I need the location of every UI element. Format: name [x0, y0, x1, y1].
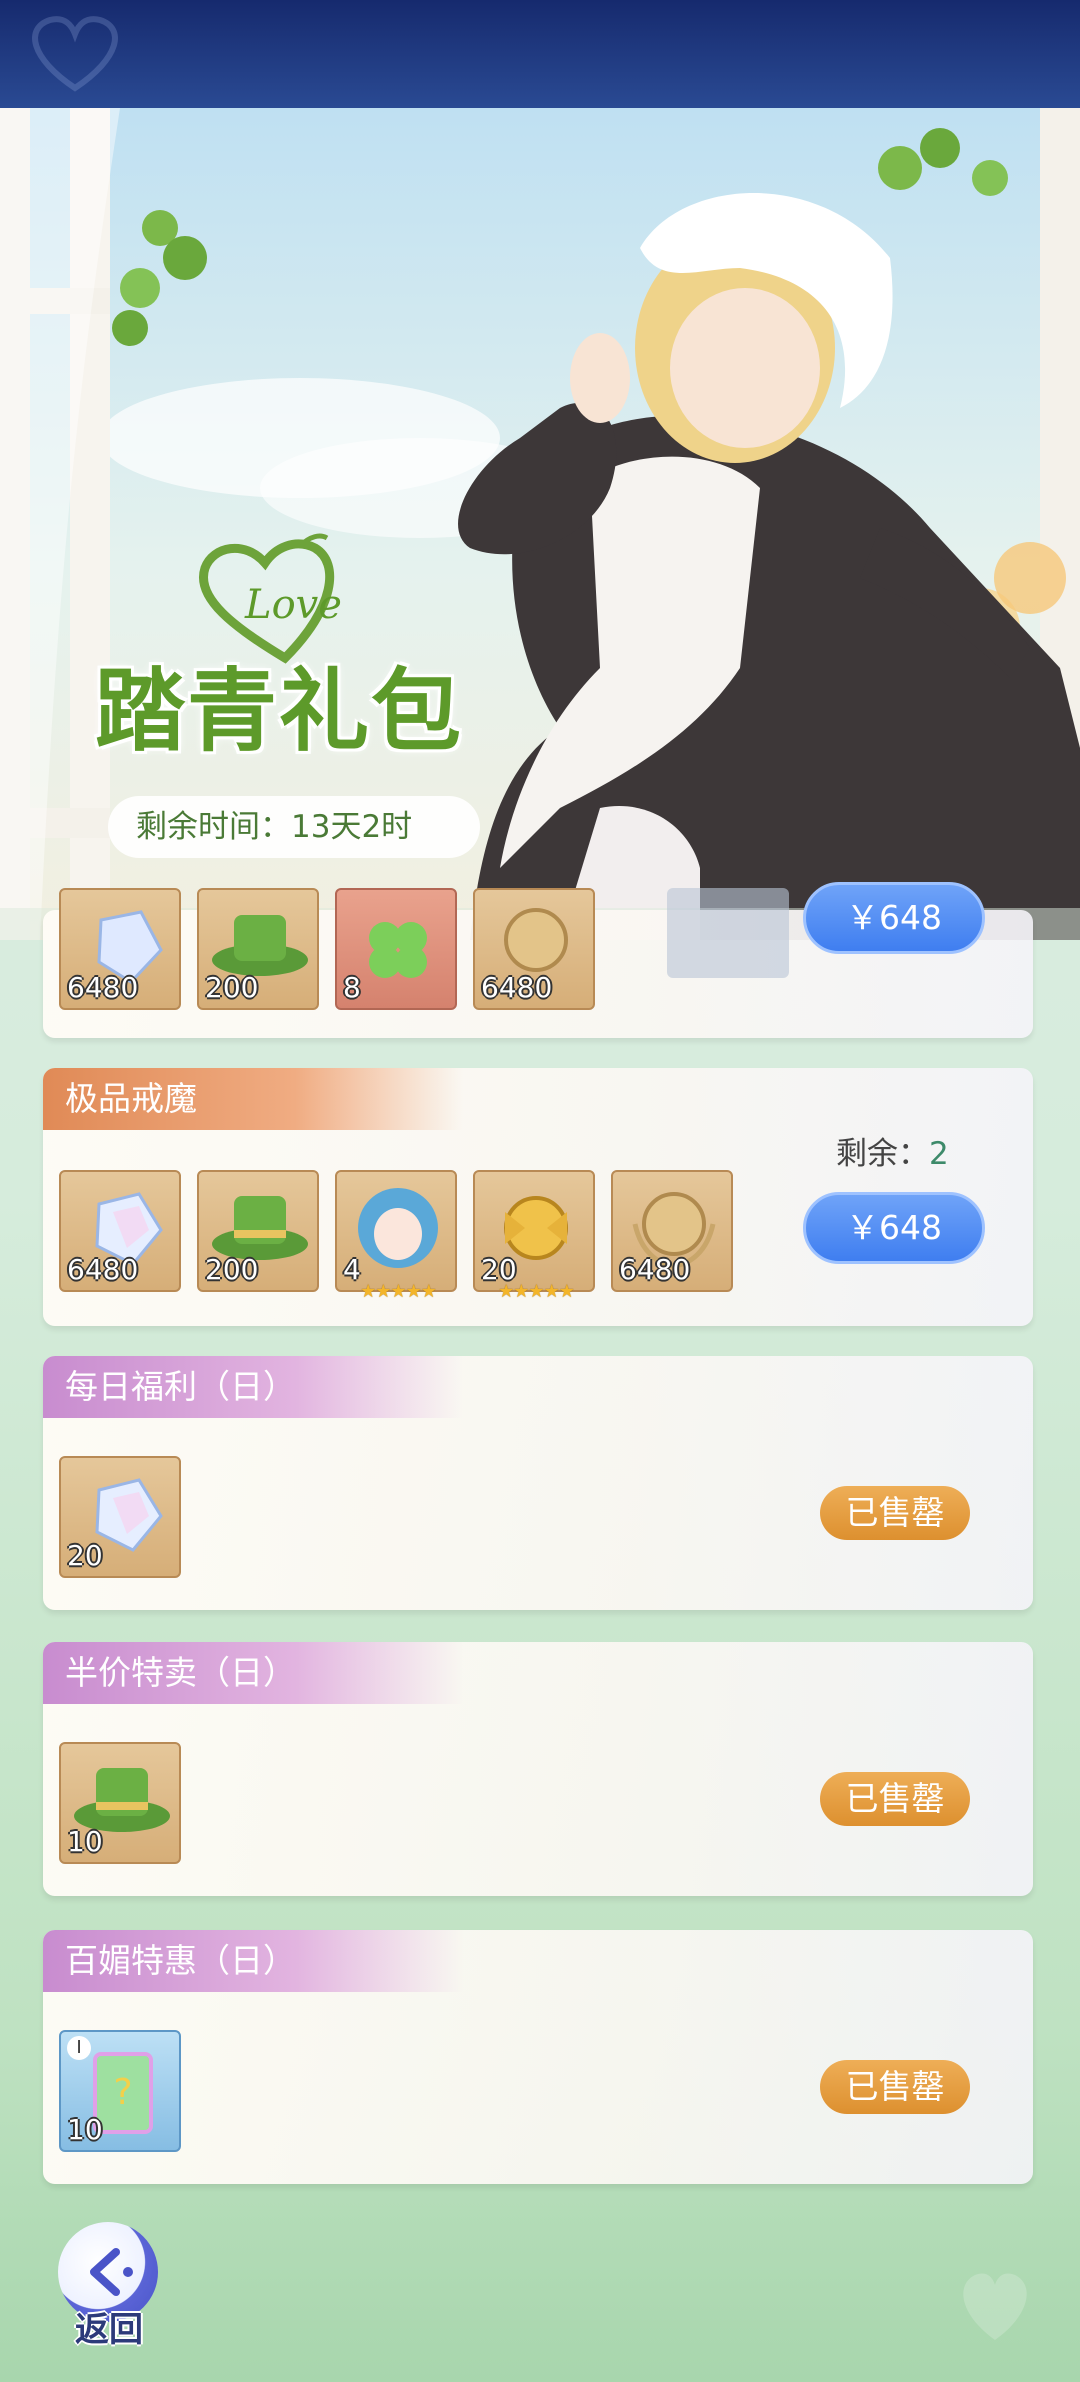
- remaining-count: 剩余：2: [836, 1136, 949, 1172]
- svg-text:?: ?: [113, 2072, 132, 2113]
- star-rating: ★★★★★: [498, 1281, 575, 1302]
- pack-title: 百媚特惠（日）: [43, 1930, 463, 1992]
- pack-item[interactable]: 20: [59, 1456, 181, 1578]
- event-title: 踏青礼包: [95, 659, 463, 764]
- pack-item[interactable]: 200: [197, 888, 319, 1010]
- pack-panel: 百媚特惠（日） ? I 10 已售罄: [43, 1930, 1033, 2184]
- top-bar: [0, 0, 1080, 108]
- pack-title: 每日福利（日）: [43, 1356, 463, 1418]
- love-script: Love: [244, 582, 342, 628]
- add-item-slot[interactable]: [667, 888, 789, 978]
- pack-item[interactable]: 10: [59, 1742, 181, 1864]
- back-button[interactable]: 返回: [54, 2222, 164, 2352]
- pack-item[interactable]: 6480: [611, 1170, 733, 1292]
- event-banner: Love 踏青礼包 剩余时间：13天2时: [0, 108, 1080, 940]
- pack-item[interactable]: 8: [335, 888, 457, 1010]
- pack-panel-top: 6480 200 8 6480 ￥648: [43, 882, 1033, 1038]
- remaining-time: 剩余时间：13天2时: [108, 796, 480, 858]
- pack-item[interactable]: 200: [197, 1170, 319, 1292]
- pack-item[interactable]: 4 ★★★★★: [335, 1170, 457, 1302]
- pack-panel: 半价特卖（日） 10 已售罄: [43, 1642, 1033, 1896]
- pack-title: 半价特卖（日）: [43, 1642, 463, 1704]
- pack-item[interactable]: 6480: [473, 888, 595, 1010]
- sold-out-button: 已售罄: [820, 2060, 970, 2114]
- pack-item[interactable]: ? I 10: [59, 2030, 181, 2152]
- buy-button[interactable]: ￥648: [803, 1192, 985, 1264]
- heart-decoration-icon: [963, 2273, 1027, 2340]
- sold-out-button: 已售罄: [820, 1486, 970, 1540]
- pack-panel: 极品戒魔 剩余：2 6480 200 4 ★★★★★ 20 ★★★★★ 6480…: [43, 1068, 1033, 1326]
- pack-title: 极品戒魔: [43, 1068, 463, 1130]
- sold-out-button: 已售罄: [820, 1772, 970, 1826]
- buy-button[interactable]: ￥648: [803, 882, 985, 954]
- rarity-badge: I: [67, 2036, 91, 2060]
- pack-item[interactable]: 6480: [59, 888, 181, 1010]
- pack-panel: 每日福利（日） 20 已售罄: [43, 1356, 1033, 1610]
- heart-decoration-icon: [32, 16, 118, 92]
- pack-item[interactable]: 6480: [59, 1170, 181, 1292]
- back-label: 返回: [75, 2310, 143, 2350]
- pack-item[interactable]: 20 ★★★★★: [473, 1170, 595, 1302]
- star-rating: ★★★★★: [360, 1281, 437, 1302]
